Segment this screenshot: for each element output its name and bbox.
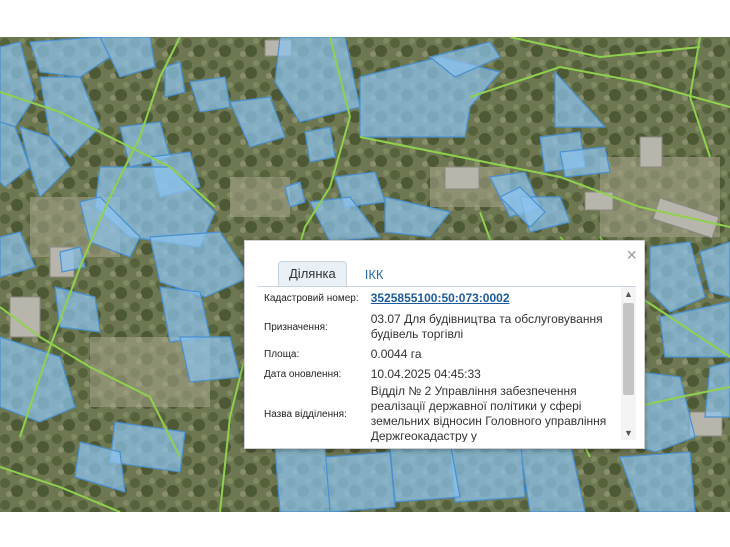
- close-icon[interactable]: ×: [626, 246, 637, 264]
- updated-value: 10.04.2025 04:45:33: [370, 366, 481, 381]
- tab-parcel[interactable]: Ділянка: [278, 261, 347, 286]
- area-label: Площа:: [264, 348, 300, 360]
- area-row: Площа: 0.0044 га: [258, 344, 620, 364]
- chevron-up-icon[interactable]: ▲: [621, 287, 636, 301]
- purpose-value: 03.07 Для будівництва та обслуговування …: [370, 312, 603, 341]
- parcel-info-popup: × Ділянка ІКК Кадастровий номер: 3525855…: [244, 240, 645, 449]
- updated-label: Дата оновлення:: [264, 368, 342, 380]
- parcel-details-scroll-area[interactable]: Кадастровий номер: 3525855100:50:073:000…: [258, 287, 620, 442]
- popup-tabs: Ділянка ІКК: [278, 261, 394, 286]
- department-row: Назва відділення: Відділ № 2 Управління …: [258, 384, 620, 442]
- cadastral-row: Кадастровий номер: 3525855100:50:073:000…: [258, 287, 620, 310]
- cadastral-label: Кадастровий номер:: [264, 293, 359, 304]
- updated-row: Дата оновлення: 10.04.2025 04:45:33: [258, 364, 620, 384]
- purpose-row: Призначення: 03.07 Для будівництва та об…: [258, 310, 620, 344]
- details-scrollbar[interactable]: ▲ ▼: [621, 287, 636, 440]
- chevron-down-icon[interactable]: ▼: [621, 426, 636, 440]
- department-value: Відділ № 2 Управління забезпечення реалі…: [370, 384, 607, 442]
- cadastral-number-link[interactable]: 3525855100:50:073:0002: [371, 291, 620, 306]
- tab-ikk[interactable]: ІКК: [355, 263, 394, 286]
- area-value: 0.0044 га: [370, 346, 422, 361]
- parcel-details[interactable]: Кадастровий номер: 3525855100:50:073:000…: [258, 286, 636, 442]
- purpose-label: Призначення:: [264, 321, 328, 333]
- scrollbar-thumb[interactable]: [623, 303, 634, 395]
- department-label: Назва відділення:: [264, 409, 347, 420]
